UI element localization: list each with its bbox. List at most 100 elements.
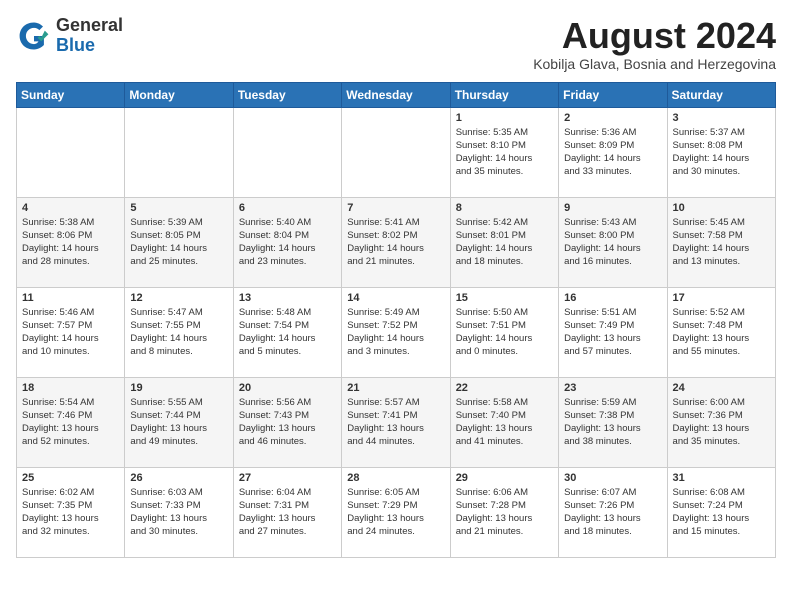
page-header: General Blue August 2024 Kobilja Glava, … bbox=[16, 16, 776, 72]
week-row-4: 18 Sunrise: 5:54 AM Sunset: 7:46 PM Dayli… bbox=[17, 377, 776, 467]
calendar-cell: 1 Sunrise: 5:35 AM Sunset: 8:10 PM Daylig… bbox=[450, 107, 558, 197]
day-info: Sunrise: 6:05 AM Sunset: 7:29 PM Dayligh… bbox=[347, 486, 444, 539]
day-number: 17 bbox=[673, 292, 770, 304]
day-number: 8 bbox=[456, 202, 553, 214]
calendar-cell: 26Sunrise: 6:03 AM Sunset: 7:33 PM Dayli… bbox=[125, 467, 233, 557]
day-info: Sunrise: 5:50 AM Sunset: 7:51 PM Dayligh… bbox=[456, 306, 553, 359]
calendar-cell: 5 Sunrise: 5:39 AM Sunset: 8:05 PM Daylig… bbox=[125, 197, 233, 287]
day-info: Sunrise: 6:03 AM Sunset: 7:33 PM Dayligh… bbox=[130, 486, 227, 539]
day-info: Sunrise: 5:48 AM Sunset: 7:54 PM Dayligh… bbox=[239, 306, 336, 359]
day-info: Sunrise: 5:49 AM Sunset: 7:52 PM Dayligh… bbox=[347, 306, 444, 359]
day-info: Sunrise: 6:04 AM Sunset: 7:31 PM Dayligh… bbox=[239, 486, 336, 539]
calendar-cell: 12 Sunrise: 5:47 AM Sunset: 7:55 PM Dayli… bbox=[125, 287, 233, 377]
day-info: Sunrise: 6:07 AM Sunset: 7:26 PM Dayligh… bbox=[564, 486, 661, 539]
day-info: Sunrise: 5:39 AM Sunset: 8:05 PM Dayligh… bbox=[130, 216, 227, 269]
calendar-cell: 28Sunrise: 6:05 AM Sunset: 7:29 PM Dayli… bbox=[342, 467, 450, 557]
day-number: 12 bbox=[130, 292, 227, 304]
logo-text: General Blue bbox=[56, 16, 123, 56]
day-number: 7 bbox=[347, 202, 444, 214]
calendar-cell: 18 Sunrise: 5:54 AM Sunset: 7:46 PM Dayli… bbox=[17, 377, 125, 467]
day-info: Sunrise: 5:36 AM Sunset: 8:09 PM Dayligh… bbox=[564, 126, 661, 179]
day-info: Sunrise: 5:40 AM Sunset: 8:04 PM Dayligh… bbox=[239, 216, 336, 269]
day-info: Sunrise: 5:42 AM Sunset: 8:01 PM Dayligh… bbox=[456, 216, 553, 269]
calendar-cell: 9Sunrise: 5:43 AM Sunset: 8:00 PM Daylig… bbox=[559, 197, 667, 287]
calendar-table: SundayMondayTuesdayWednesdayThursdayFrid… bbox=[16, 82, 776, 558]
logo-icon bbox=[16, 18, 52, 54]
day-number: 23 bbox=[564, 382, 661, 394]
day-number: 24 bbox=[673, 382, 770, 394]
column-header-saturday: Saturday bbox=[667, 82, 775, 107]
column-header-monday: Monday bbox=[125, 82, 233, 107]
calendar-cell: 13 Sunrise: 5:48 AM Sunset: 7:54 PM Dayli… bbox=[233, 287, 341, 377]
day-info: Sunrise: 6:02 AM Sunset: 7:35 PM Dayligh… bbox=[22, 486, 119, 539]
day-number: 29 bbox=[456, 472, 553, 484]
column-header-tuesday: Tuesday bbox=[233, 82, 341, 107]
calendar-cell: 31 Sunrise: 6:08 AM Sunset: 7:24 PM Dayli… bbox=[667, 467, 775, 557]
day-number: 31 bbox=[673, 472, 770, 484]
day-number: 13 bbox=[239, 292, 336, 304]
calendar-cell bbox=[125, 107, 233, 197]
calendar-cell: 6 Sunrise: 5:40 AM Sunset: 8:04 PM Daylig… bbox=[233, 197, 341, 287]
header-row: SundayMondayTuesdayWednesdayThursdayFrid… bbox=[17, 82, 776, 107]
calendar-cell: 7 Sunrise: 5:41 AM Sunset: 8:02 PM Daylig… bbox=[342, 197, 450, 287]
calendar-cell: 10 Sunrise: 5:45 AM Sunset: 7:58 PM Dayli… bbox=[667, 197, 775, 287]
calendar-cell: 23 Sunrise: 5:59 AM Sunset: 7:38 PM Dayli… bbox=[559, 377, 667, 467]
day-info: Sunrise: 5:54 AM Sunset: 7:46 PM Dayligh… bbox=[22, 396, 119, 449]
day-info: Sunrise: 5:35 AM Sunset: 8:10 PM Dayligh… bbox=[456, 126, 553, 179]
day-number: 25 bbox=[22, 472, 119, 484]
day-number: 11 bbox=[22, 292, 119, 304]
day-number: 21 bbox=[347, 382, 444, 394]
day-number: 19 bbox=[130, 382, 227, 394]
calendar-subtitle: Kobilja Glava, Bosnia and Herzegovina bbox=[533, 56, 776, 72]
day-info: Sunrise: 5:38 AM Sunset: 8:06 PM Dayligh… bbox=[22, 216, 119, 269]
week-row-3: 11Sunrise: 5:46 AM Sunset: 7:57 PM Dayli… bbox=[17, 287, 776, 377]
day-info: Sunrise: 6:08 AM Sunset: 7:24 PM Dayligh… bbox=[673, 486, 770, 539]
day-number: 6 bbox=[239, 202, 336, 214]
day-info: Sunrise: 5:37 AM Sunset: 8:08 PM Dayligh… bbox=[673, 126, 770, 179]
calendar-cell: 19 Sunrise: 5:55 AM Sunset: 7:44 PM Dayli… bbox=[125, 377, 233, 467]
calendar-cell: 21 Sunrise: 5:57 AM Sunset: 7:41 PM Dayli… bbox=[342, 377, 450, 467]
day-number: 10 bbox=[673, 202, 770, 214]
day-info: Sunrise: 5:57 AM Sunset: 7:41 PM Dayligh… bbox=[347, 396, 444, 449]
day-number: 22 bbox=[456, 382, 553, 394]
day-number: 20 bbox=[239, 382, 336, 394]
calendar-cell: 11Sunrise: 5:46 AM Sunset: 7:57 PM Dayli… bbox=[17, 287, 125, 377]
day-number: 1 bbox=[456, 112, 553, 124]
day-info: Sunrise: 5:41 AM Sunset: 8:02 PM Dayligh… bbox=[347, 216, 444, 269]
column-header-wednesday: Wednesday bbox=[342, 82, 450, 107]
column-header-friday: Friday bbox=[559, 82, 667, 107]
day-number: 3 bbox=[673, 112, 770, 124]
calendar-cell: 25 Sunrise: 6:02 AM Sunset: 7:35 PM Dayli… bbox=[17, 467, 125, 557]
title-block: August 2024 Kobilja Glava, Bosnia and He… bbox=[533, 16, 776, 72]
calendar-cell: 14 Sunrise: 5:49 AM Sunset: 7:52 PM Dayli… bbox=[342, 287, 450, 377]
calendar-cell: 24 Sunrise: 6:00 AM Sunset: 7:36 PM Dayli… bbox=[667, 377, 775, 467]
calendar-cell: 3 Sunrise: 5:37 AM Sunset: 8:08 PM Daylig… bbox=[667, 107, 775, 197]
day-info: Sunrise: 6:06 AM Sunset: 7:28 PM Dayligh… bbox=[456, 486, 553, 539]
calendar-cell: 29 Sunrise: 6:06 AM Sunset: 7:28 PM Dayli… bbox=[450, 467, 558, 557]
calendar-body: 1 Sunrise: 5:35 AM Sunset: 8:10 PM Daylig… bbox=[17, 107, 776, 557]
day-info: Sunrise: 6:00 AM Sunset: 7:36 PM Dayligh… bbox=[673, 396, 770, 449]
calendar-cell: 17Sunrise: 5:52 AM Sunset: 7:48 PM Dayli… bbox=[667, 287, 775, 377]
logo: General Blue bbox=[16, 16, 123, 56]
day-info: Sunrise: 5:55 AM Sunset: 7:44 PM Dayligh… bbox=[130, 396, 227, 449]
day-number: 27 bbox=[239, 472, 336, 484]
calendar-cell: 27 Sunrise: 6:04 AM Sunset: 7:31 PM Dayli… bbox=[233, 467, 341, 557]
day-number: 14 bbox=[347, 292, 444, 304]
calendar-header: SundayMondayTuesdayWednesdayThursdayFrid… bbox=[17, 82, 776, 107]
day-number: 18 bbox=[22, 382, 119, 394]
day-info: Sunrise: 5:58 AM Sunset: 7:40 PM Dayligh… bbox=[456, 396, 553, 449]
day-number: 5 bbox=[130, 202, 227, 214]
column-header-thursday: Thursday bbox=[450, 82, 558, 107]
week-row-2: 4Sunrise: 5:38 AM Sunset: 8:06 PM Daylig… bbox=[17, 197, 776, 287]
day-number: 15 bbox=[456, 292, 553, 304]
calendar-cell: 15 Sunrise: 5:50 AM Sunset: 7:51 PM Dayli… bbox=[450, 287, 558, 377]
week-row-1: 1 Sunrise: 5:35 AM Sunset: 8:10 PM Daylig… bbox=[17, 107, 776, 197]
calendar-cell: 22 Sunrise: 5:58 AM Sunset: 7:40 PM Dayli… bbox=[450, 377, 558, 467]
day-info: Sunrise: 5:45 AM Sunset: 7:58 PM Dayligh… bbox=[673, 216, 770, 269]
week-row-5: 25 Sunrise: 6:02 AM Sunset: 7:35 PM Dayli… bbox=[17, 467, 776, 557]
calendar-cell: 4Sunrise: 5:38 AM Sunset: 8:06 PM Daylig… bbox=[17, 197, 125, 287]
day-info: Sunrise: 5:47 AM Sunset: 7:55 PM Dayligh… bbox=[130, 306, 227, 359]
day-number: 16 bbox=[564, 292, 661, 304]
day-info: Sunrise: 5:59 AM Sunset: 7:38 PM Dayligh… bbox=[564, 396, 661, 449]
calendar-cell bbox=[17, 107, 125, 197]
